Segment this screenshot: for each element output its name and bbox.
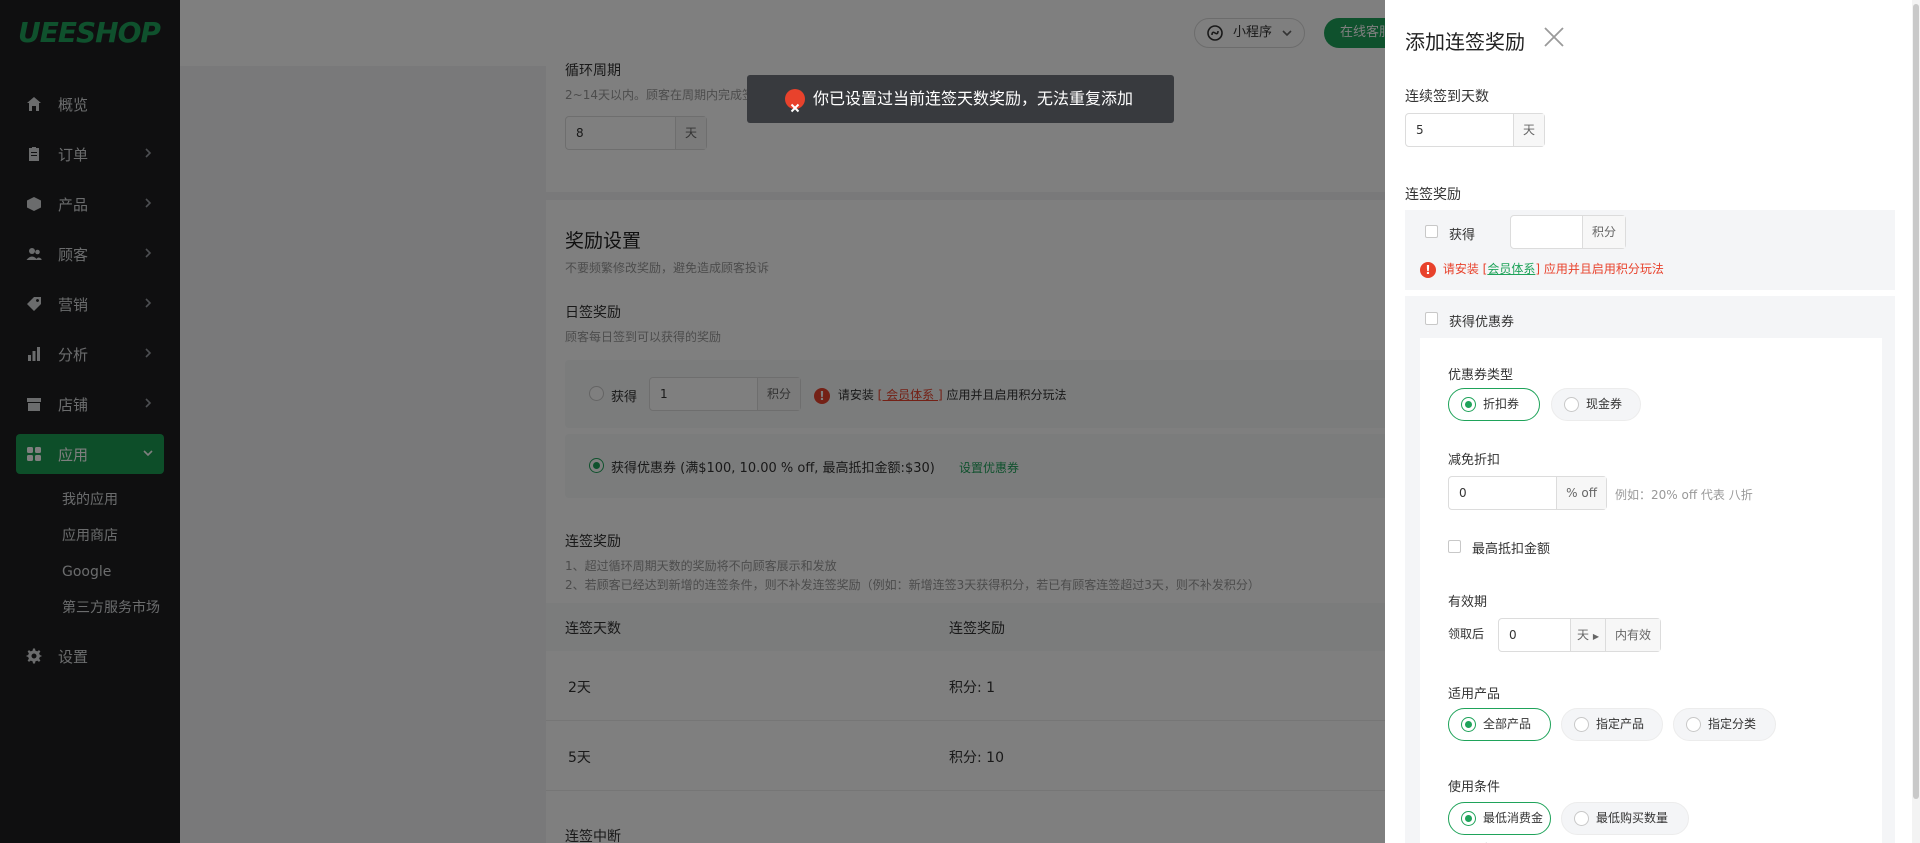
points-value[interactable] bbox=[1511, 216, 1582, 248]
coupon-checkbox-label: 获得优惠券 bbox=[1449, 315, 1515, 330]
option-label: 最低消费金额 bbox=[1483, 811, 1544, 843]
validity-value[interactable]: 0 bbox=[1499, 619, 1570, 651]
coupon-type-discount[interactable]: 折扣券 bbox=[1448, 388, 1540, 421]
validity-prefix: 领取后 bbox=[1448, 627, 1485, 641]
streak-days-input[interactable]: 5 天 bbox=[1405, 113, 1545, 147]
option-label: 现金券 bbox=[1586, 397, 1623, 411]
products-all[interactable]: 全部产品 bbox=[1448, 708, 1551, 741]
option-label: 折扣券 bbox=[1483, 397, 1520, 411]
option-label: 全部产品 bbox=[1483, 717, 1532, 731]
error-x-icon bbox=[785, 89, 805, 113]
obtain-label: 获得 bbox=[1449, 228, 1476, 243]
option-label: 指定分类 bbox=[1708, 717, 1757, 731]
toast-message: 你已设置过当前连签天数奖励，无法重复添加 bbox=[813, 89, 1134, 108]
products-category[interactable]: 指定分类 bbox=[1673, 708, 1776, 741]
drawer-scrollbar[interactable] bbox=[1912, 0, 1920, 843]
points-reward-panel: 获得 积分 ! 请安装 [会员体系] 应用并且启用积分玩法 bbox=[1405, 210, 1895, 290]
streak-days-unit: 天 bbox=[1512, 114, 1544, 146]
conditions-label: 使用条件 bbox=[1448, 780, 1501, 795]
validity-unit: 天 bbox=[1576, 628, 1589, 642]
condition-min-amount[interactable]: 最低消费金额 bbox=[1448, 802, 1551, 843]
add-streak-reward-drawer: 添加连签奖励 连续签到天数 5 天 连签奖励 获得 积分 ! 请安装 [会员体系… bbox=[1385, 0, 1920, 843]
scrollbar-thumb[interactable] bbox=[1913, 4, 1919, 799]
coupon-reward-panel: 获得优惠券 优惠券类型 折扣券 现金券 减免折扣 0 % off 例如：20% … bbox=[1405, 296, 1895, 843]
member-system-link[interactable]: 会员体系 bbox=[1487, 262, 1535, 276]
max-deduct-label: 最高抵扣金额 bbox=[1472, 542, 1551, 557]
streak-reward-label: 连签奖励 bbox=[1405, 187, 1461, 203]
radio-specific-category bbox=[1686, 717, 1701, 732]
points-checkbox[interactable] bbox=[1425, 225, 1438, 238]
validity-label: 有效期 bbox=[1448, 595, 1488, 610]
radio-min-quantity bbox=[1574, 811, 1589, 826]
warn-prefix: 请安装 bbox=[1442, 262, 1479, 276]
validity-suffix: 内有效 bbox=[1604, 619, 1660, 651]
discount-unit: % off bbox=[1556, 477, 1606, 509]
points-unit: 积分 bbox=[1581, 216, 1625, 248]
radio-discount bbox=[1461, 397, 1476, 412]
points-input[interactable]: 积分 bbox=[1510, 215, 1626, 249]
radio-min-amount bbox=[1461, 811, 1476, 826]
streak-days-value[interactable]: 5 bbox=[1406, 114, 1513, 146]
caret-right-icon: ▶ bbox=[1592, 632, 1599, 641]
option-label: 最低购买数量 bbox=[1596, 811, 1669, 825]
drawer-title: 添加连签奖励 bbox=[1405, 30, 1525, 54]
validity-input[interactable]: 0 天 ▶ 内有效 bbox=[1498, 618, 1661, 652]
streak-days-label: 连续签到天数 bbox=[1405, 89, 1489, 105]
coupon-type-cash[interactable]: 现金券 bbox=[1551, 388, 1641, 421]
products-label: 适用产品 bbox=[1448, 687, 1501, 702]
discount-label: 减免折扣 bbox=[1448, 453, 1501, 468]
condition-min-quantity[interactable]: 最低购买数量 bbox=[1561, 802, 1689, 835]
points-warning: ! 请安装 [会员体系] 应用并且启用积分玩法 bbox=[1420, 260, 1664, 278]
radio-specific-products bbox=[1574, 717, 1589, 732]
radio-cash bbox=[1564, 397, 1579, 412]
products-specific[interactable]: 指定产品 bbox=[1561, 708, 1663, 741]
error-toast: 你已设置过当前连签天数奖励，无法重复添加 bbox=[747, 75, 1174, 123]
validity-unit-dropdown[interactable]: 天 ▶ bbox=[1569, 619, 1605, 651]
warn-suffix: 应用并且启用积分玩法 bbox=[1543, 262, 1664, 276]
discount-input[interactable]: 0 % off bbox=[1448, 476, 1607, 510]
option-label: 指定产品 bbox=[1596, 717, 1645, 731]
max-deduct-checkbox[interactable] bbox=[1448, 540, 1461, 553]
coupon-checkbox[interactable] bbox=[1425, 312, 1438, 325]
coupon-settings: 优惠券类型 折扣券 现金券 减免折扣 0 % off 例如：20% off 代表… bbox=[1420, 338, 1882, 843]
warn-bracket-close: ] bbox=[1535, 262, 1541, 276]
error-icon: ! bbox=[1420, 261, 1436, 278]
discount-value[interactable]: 0 bbox=[1449, 477, 1556, 509]
discount-example: 例如：20% off 代表 八折 bbox=[1615, 488, 1753, 502]
radio-all-products bbox=[1461, 717, 1476, 732]
coupon-type-label: 优惠券类型 bbox=[1448, 368, 1514, 383]
close-icon[interactable] bbox=[1542, 25, 1566, 49]
